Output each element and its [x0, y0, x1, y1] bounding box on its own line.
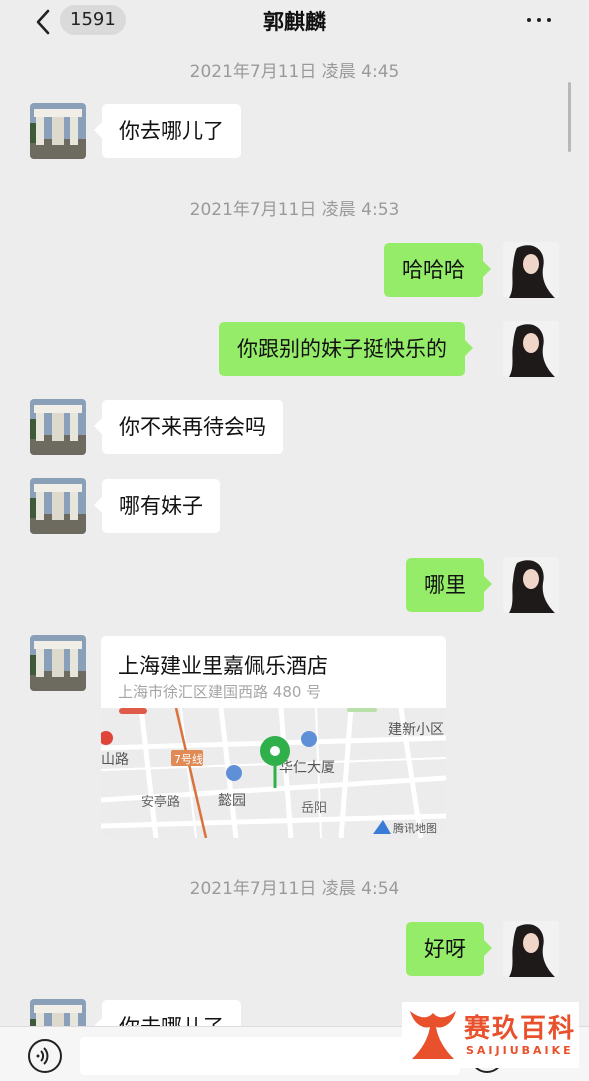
whale-tail-icon [410, 1011, 456, 1059]
message-bubble[interactable]: 哪里 [406, 558, 492, 612]
more-dots-icon[interactable] [525, 10, 553, 30]
my-avatar[interactable] [503, 921, 559, 977]
watermark-logo: 赛玖百科 SAIJIUBAIKE [402, 1002, 579, 1068]
message-bubble[interactable]: 好呀 [406, 922, 492, 976]
timestamp: 2021年7月11日 凌晨 4:54 [189, 879, 400, 899]
timestamp: 2021年7月11日 凌晨 4:53 [189, 200, 400, 220]
message-bubble[interactable]: 哈哈哈 [384, 243, 491, 297]
map-label-road: 山路 [101, 752, 129, 768]
map-label-road-yue: 岳阳 [301, 801, 327, 816]
contact-avatar[interactable] [30, 399, 86, 455]
map-label-park: 懿园 [218, 793, 246, 809]
message-bubble[interactable]: 你去哪儿了 [94, 104, 241, 158]
map-label-district: 建新小区 [388, 722, 444, 738]
map-label-road-an: 安亭路 [141, 794, 180, 810]
timestamp: 2021年7月11日 凌晨 4:45 [189, 62, 400, 82]
my-avatar[interactable] [503, 557, 559, 613]
message-bubble[interactable]: 你跟别的妹子挺快乐的 [219, 322, 473, 376]
location-address: 上海市徐汇区建国西路 480 号 [118, 683, 322, 701]
message-bubble[interactable]: 你不来再待会吗 [94, 400, 283, 454]
voice-icon[interactable] [28, 1039, 62, 1073]
contact-avatar[interactable] [30, 103, 86, 159]
message-bubble[interactable]: 哪有妹子 [94, 479, 220, 533]
map-label-metro: 7号线 [174, 752, 203, 766]
my-avatar[interactable] [503, 321, 559, 377]
chat-title: 郭麒麟 [263, 10, 326, 34]
contact-avatar[interactable] [30, 478, 86, 534]
map-label-building: 华仁大厦 [279, 760, 335, 776]
watermark-name-cn: 赛玖百科 [464, 1014, 577, 1044]
map-provider-label: 腾讯地图 [393, 821, 437, 835]
scrollbar[interactable] [568, 82, 571, 152]
contact-avatar[interactable] [30, 635, 86, 691]
location-name: 上海建业里嘉佩乐酒店 [118, 654, 328, 678]
my-avatar[interactable] [503, 242, 559, 298]
location-card[interactable]: 上海建业里嘉佩乐酒店 上海市徐汇区建国西路 480 号 山路 建新小区 7号线 … [101, 636, 446, 838]
chat-header: 1591 郭麒麟 [0, 0, 589, 44]
location-map[interactable]: 山路 建新小区 7号线 华仁大厦 懿园 安亭路 岳阳 腾讯地图 [101, 708, 446, 838]
watermark-name-en: SAIJIUBAIKE [466, 1044, 574, 1057]
